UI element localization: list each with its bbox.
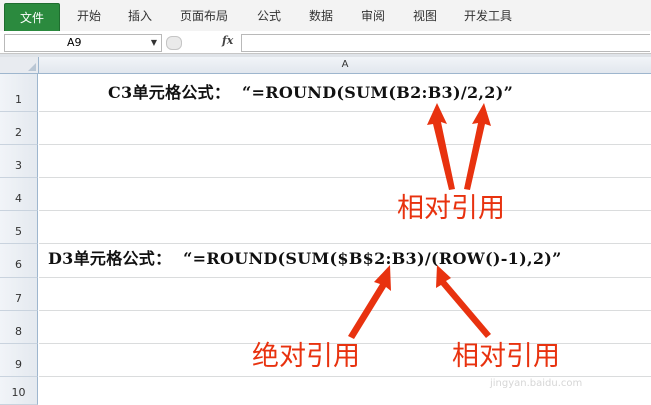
arrow-to-b-abs [348, 265, 391, 339]
watermark: jingyan.baidu.com [490, 378, 583, 389]
arrow-to-b2 [427, 103, 455, 190]
annotation-relative-ref-top: 相对引用 [397, 193, 505, 224]
annotation-relative-ref-bottom: 相对引用 [452, 341, 560, 372]
arrow-to-b3 [464, 103, 491, 190]
annotation-absolute-ref: 绝对引用 [252, 341, 360, 372]
arrow-to-b3-lower [436, 265, 491, 338]
